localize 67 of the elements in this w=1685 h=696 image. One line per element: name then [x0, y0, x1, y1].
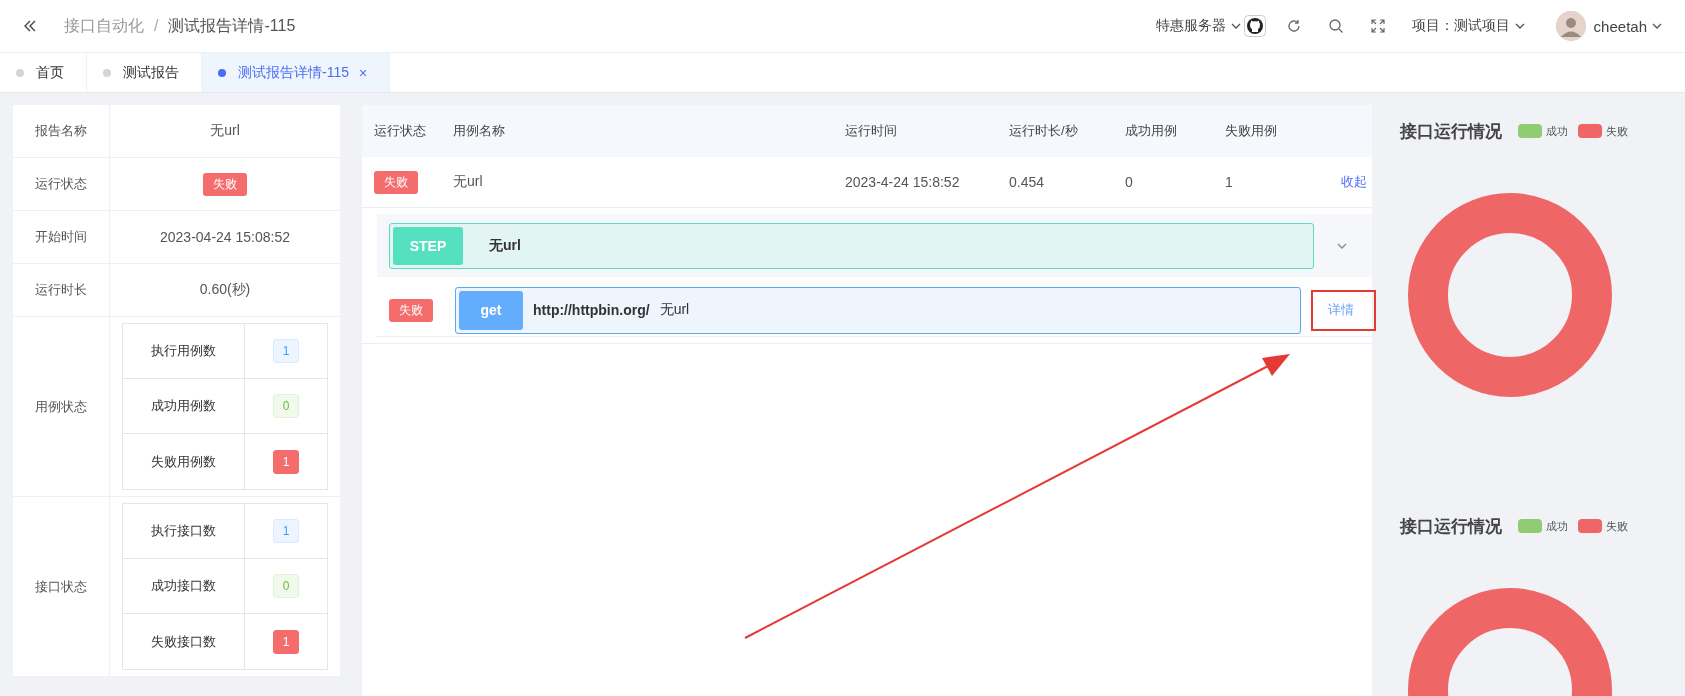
column-header: 失败用例 — [1225, 122, 1278, 140]
row-label: 运行时长 — [13, 264, 110, 316]
count-tag: 1 — [273, 629, 299, 654]
user-name[interactable]: cheetah — [1593, 17, 1647, 35]
dot-icon — [103, 68, 111, 77]
count-tag: 1 — [273, 449, 299, 474]
table-cell-text: 2023-4-24 15:8:52 — [845, 174, 961, 190]
count-label: 成功用例数 — [123, 379, 245, 433]
row-label: 开始时间 — [13, 211, 110, 263]
legend-swatch[interactable] — [1578, 519, 1602, 533]
column-header: 用例名称 — [453, 122, 506, 140]
tab[interactable]: 测试报告详情-115 × — [202, 53, 391, 92]
chart-title: 接口运行情况 — [1400, 120, 1502, 143]
dot-icon — [16, 68, 24, 77]
server-menu[interactable]: 特惠服务器 — [1155, 17, 1226, 35]
count-tag: 1 — [273, 339, 299, 363]
row-label: 运行状态 — [13, 158, 110, 210]
count-label: 失败接口数 — [123, 614, 245, 669]
github-icon[interactable] — [1243, 15, 1266, 37]
project-menu[interactable]: 项目：测试项目 — [1411, 17, 1510, 35]
legend-label[interactable]: 失败 — [1606, 518, 1628, 534]
legend-label[interactable]: 成功 — [1546, 518, 1568, 534]
table-cell-text: 1 — [1225, 174, 1234, 190]
column-header: 成功用例 — [1125, 122, 1178, 140]
row-value: 2023-04-24 15:08:52 — [159, 228, 291, 247]
count-label: 成功接口数 — [123, 559, 245, 613]
count-label: 执行接口数 — [123, 504, 245, 558]
step-tag: STEP — [393, 226, 463, 265]
fullscreen-icon[interactable] — [1369, 18, 1386, 34]
status-tag: 失败 — [203, 172, 247, 196]
count-tag: 1 — [273, 519, 299, 543]
method-tag: get — [459, 290, 523, 330]
table-cell-text: 无url — [453, 173, 484, 191]
column-header: 运行状态 — [374, 122, 427, 140]
request-name: 无url — [659, 301, 690, 319]
count-label: 执行用例数 — [123, 324, 245, 378]
row-value: 0.60(秒) — [198, 280, 252, 299]
legend-label[interactable]: 成功 — [1546, 123, 1568, 139]
legend-swatch[interactable] — [1518, 124, 1542, 138]
request-url: http://httpbin.org/ — [533, 302, 650, 318]
table-cell-text: 0 — [1125, 174, 1134, 190]
status-tag: 失败 — [374, 170, 418, 194]
breadcrumb-separator: / — [154, 17, 159, 35]
row-value: 无url — [209, 121, 241, 140]
legend-swatch[interactable] — [1518, 519, 1542, 533]
refresh-icon[interactable] — [1285, 18, 1302, 34]
count-tag: 0 — [273, 394, 299, 418]
legend-label[interactable]: 失败 — [1606, 123, 1628, 139]
search-icon[interactable] — [1327, 18, 1344, 34]
row-label: 报告名称 — [13, 105, 110, 157]
legend-swatch[interactable] — [1578, 124, 1602, 138]
collapse-link[interactable]: 收起 — [1341, 173, 1367, 191]
avatar[interactable] — [1555, 11, 1586, 41]
step-name: 无url — [489, 236, 521, 255]
breadcrumb-item: 测试报告详情-115 — [168, 15, 296, 36]
count-label: 失败用例数 — [123, 434, 245, 489]
status-tag: 失败 — [389, 298, 433, 322]
collapse-icon[interactable] — [22, 18, 38, 34]
column-header: 运行时长/秒 — [1009, 122, 1079, 140]
row-label: 用例状态 — [13, 317, 110, 496]
count-tag: 0 — [273, 574, 299, 598]
row-label: 接口状态 — [13, 497, 110, 676]
dot-icon — [218, 68, 226, 77]
close-icon[interactable]: × — [359, 64, 368, 81]
column-header: 运行时间 — [845, 122, 898, 140]
chart-title: 接口运行情况 — [1400, 515, 1502, 538]
table-cell-text: 0.454 — [1009, 174, 1046, 190]
